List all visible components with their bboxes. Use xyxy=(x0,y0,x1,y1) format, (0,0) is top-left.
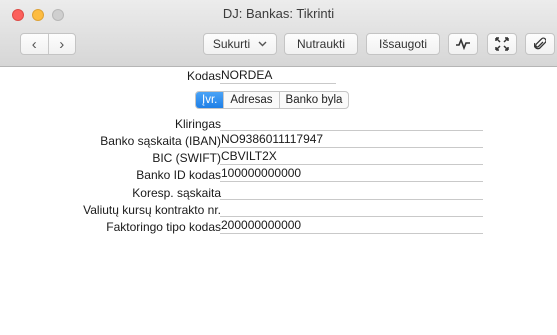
swift-label: BIC (SWIFT) xyxy=(152,151,221,165)
bank-id-label: Banko ID kodas xyxy=(136,168,221,182)
attachment-button[interactable] xyxy=(525,33,555,55)
iban-field[interactable]: NO9386011117947 xyxy=(220,132,483,148)
code-field[interactable]: NORDEA xyxy=(220,68,336,84)
expand-icon xyxy=(495,37,509,51)
bank-id-field[interactable]: 100000000000 xyxy=(220,166,483,182)
titlebar: DJ: Bankas: Tikrinti ‹ › Sukurti Nutrauk… xyxy=(0,0,557,67)
tab-address[interactable]: Adresas xyxy=(223,92,278,108)
app-window: DJ: Bankas: Tikrinti ‹ › Sukurti Nutrauk… xyxy=(0,0,557,335)
fx-contract-field[interactable] xyxy=(220,201,483,217)
tab-general[interactable]: Įvr. xyxy=(196,92,224,108)
activity-icon xyxy=(456,38,470,50)
back-button[interactable]: ‹ xyxy=(21,34,48,54)
tab-bar: Įvr. Adresas Banko byla xyxy=(195,91,350,109)
create-dropdown[interactable]: Sukurti xyxy=(203,33,277,55)
factoring-type-label: Faktoringo tipo kodas xyxy=(106,220,221,234)
window-title: DJ: Bankas: Tikrinti xyxy=(222,6,335,21)
clearing-label: Kliringas xyxy=(174,117,221,131)
factoring-type-field[interactable]: 200000000000 xyxy=(220,218,483,234)
paperclip-icon xyxy=(534,37,546,49)
save-label: Išsaugoti xyxy=(378,37,428,51)
save-button[interactable]: Išsaugoti xyxy=(366,33,440,55)
tab-bank-file[interactable]: Banko byla xyxy=(278,92,349,108)
fx-contract-label: Valiutų kursų kontrakto nr. xyxy=(83,203,221,217)
nav-back-forward: ‹ › xyxy=(20,33,76,55)
code-label: Kodas xyxy=(186,69,221,83)
swift-field[interactable]: CBVILT2X xyxy=(220,149,483,165)
correspondent-account-field[interactable] xyxy=(220,184,483,200)
cancel-label: Nutraukti xyxy=(296,37,346,51)
clearing-field[interactable] xyxy=(220,115,483,131)
chevron-down-icon xyxy=(258,41,267,47)
correspondent-account-label: Koresp. sąskaita xyxy=(132,186,221,200)
iban-label: Banko sąskaita (IBAN) xyxy=(100,134,221,148)
forward-button[interactable]: › xyxy=(47,34,76,54)
create-label: Sukurti xyxy=(212,37,251,51)
cancel-button[interactable]: Nutraukti xyxy=(284,33,358,55)
expand-button[interactable] xyxy=(487,33,517,55)
activity-button[interactable] xyxy=(448,33,478,55)
